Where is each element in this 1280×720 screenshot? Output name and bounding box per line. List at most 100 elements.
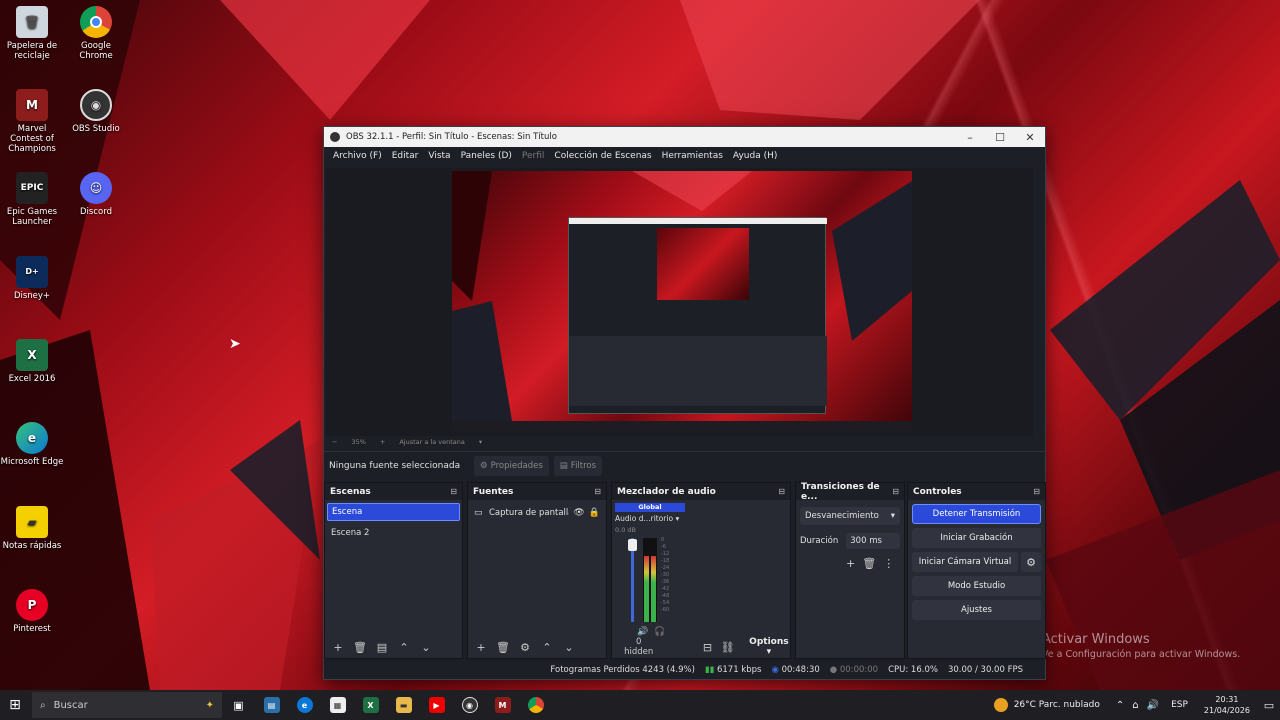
minimize-button[interactable]: – [955,131,985,144]
menu-perfil[interactable]: Perfil [517,151,550,161]
scene-item[interactable]: Escena 2 [327,524,460,542]
link-icon[interactable]: ⛓ [720,641,736,654]
clock[interactable]: 20:31 21/04/2026 [1204,694,1250,716]
desktop-icon-marvel[interactable]: M Marvel Contest of Champions [0,89,64,154]
zoom-in-button[interactable]: + [380,438,385,446]
taskbar-app[interactable]: ▬ [387,690,420,720]
chevron-down-icon[interactable]: ▾ [479,438,482,446]
chevron-down-icon[interactable]: ⌄ [417,641,435,654]
language-indicator[interactable]: ESP [1171,700,1188,710]
duration-row: Duración 300 ms [800,533,900,549]
taskbar-app[interactable]: X [354,690,387,720]
meter-tick: -36 [661,579,670,585]
marvel-icon: M [494,697,511,713]
hidden-count: 0 hidden [624,637,654,657]
channel-name[interactable]: Audio d...ritorio ▾ [615,514,691,523]
task-view-button[interactable]: ▣ [222,690,255,720]
windows-icon: ⊞ [9,697,21,713]
mouse-cursor-icon: ➤ [229,336,241,352]
more-icon[interactable]: ⋮ [883,557,901,570]
desktop-icon-obs[interactable]: ◉ OBS Studio [64,89,128,134]
volume-slider-handle[interactable] [628,539,637,551]
menu-paneles[interactable]: Paneles (D) [456,151,517,161]
popout-icon[interactable]: ⊟ [892,487,899,496]
search-box[interactable]: ⌕ Buscar ✦ [32,692,222,718]
eye-icon[interactable]: 👁 [573,508,584,518]
taskbar-app[interactable]: ▤ [255,690,288,720]
desktop-icon-sticky-notes[interactable]: ▰ Notas rápidas [0,506,64,551]
virtual-cam-row: Iniciar Cámara Virtual ⚙ [912,552,1041,572]
desktop-icon-chrome[interactable]: Google Chrome [64,6,128,61]
desktop-icon-disney[interactable]: D+ Disney+ [0,256,64,301]
menu-herramientas[interactable]: Herramientas [657,151,728,161]
maximize-button[interactable]: ☐ [985,131,1015,144]
network-icon[interactable]: ⌂ [1132,700,1138,711]
layout-icon[interactable]: ⊟ [699,641,715,654]
menu-vista[interactable]: Vista [423,151,455,161]
start-button[interactable]: ⊞ [0,690,30,720]
menu-ayuda[interactable]: Ayuda (H) [728,151,782,161]
lock-icon[interactable]: 🔒 [589,508,600,518]
desktop-icon-epic[interactable]: EPIC Epic Games Launcher [0,172,64,227]
menu-coleccion[interactable]: Colección de Escenas [549,151,656,161]
trash-icon[interactable]: 🗑 [862,557,883,570]
mixer-footer: 0 hidden ⊟ ⛓ Options ▾ [612,636,790,658]
properties-button[interactable]: ⚙ Propiedades [474,455,549,476]
preview-canvas[interactable] [326,168,1033,436]
popout-icon[interactable]: ⊟ [594,487,601,496]
sources-footer: + 🗑 ⚙ ⌃ ⌄ [468,636,606,658]
popout-icon[interactable]: ⊟ [778,487,785,496]
filter-icon[interactable]: ▤ [373,641,391,654]
fit-to-window-button[interactable]: Ajustar a la ventana [399,438,465,446]
studio-mode-button[interactable]: Modo Estudio [912,576,1041,596]
obs-titlebar[interactable]: OBS 32.1.1 - Perfil: Sin Título - Escena… [324,127,1045,147]
settings-button[interactable]: Ajustes [912,600,1041,620]
meter-tick: -48 [661,593,670,599]
taskbar-app[interactable]: ▶ [420,690,453,720]
chevron-down-icon[interactable]: ⌄ [560,641,578,654]
desktop-icon-excel[interactable]: X Excel 2016 [0,339,64,384]
desktop-icon-discord[interactable]: ☺ Discord [64,172,128,217]
menu-archivo[interactable]: Archivo (F) [328,151,387,161]
transition-select[interactable]: Desvanecimiento ▾ [800,507,900,525]
trash-icon[interactable]: 🗑 [351,641,369,654]
chevron-up-icon[interactable]: ⌃ [538,641,556,654]
weather-widget[interactable]: 26°C Parc. nublado [993,698,1100,712]
zoom-out-button[interactable]: − [332,438,337,446]
desktop-icon-pinterest[interactable]: P Pinterest [0,589,64,634]
menu-editar[interactable]: Editar [387,151,424,161]
taskbar-app[interactable]: ▦ [321,690,354,720]
close-button[interactable]: ✕ [1015,131,1045,144]
taskbar-app[interactable]: e [288,690,321,720]
gear-icon[interactable]: ⚙ [516,641,534,654]
trash-icon[interactable]: 🗑 [494,641,512,654]
add-icon[interactable]: + [472,641,490,654]
scene-item[interactable]: Escena [327,503,460,521]
popout-icon[interactable]: ⊟ [1033,487,1040,496]
duration-input[interactable]: 300 ms [846,533,900,549]
add-icon[interactable]: + [329,641,347,654]
taskbar-app[interactable]: ◉ [453,690,486,720]
chevron-up-icon[interactable]: ⌃ [395,641,413,654]
stop-stream-button[interactable]: Detener Transmisión [912,504,1041,524]
popout-icon[interactable]: ⊟ [450,487,457,496]
gear-icon[interactable]: ⚙ [1021,552,1041,572]
taskbar-app[interactable]: M [486,690,519,720]
add-icon[interactable]: + [846,557,862,570]
desktop-icon-recycle-bin[interactable]: 🗑 Papelera de reciclaje [0,6,64,61]
meter-tick: -60 [661,607,670,613]
start-recording-button[interactable]: Iniciar Grabación [912,528,1041,548]
activation-watermark: Activar Windows Ve a Configuración para … [1042,632,1241,660]
options-button[interactable]: Options ▾ [748,637,790,657]
source-item[interactable]: ▭ Captura de pantalla 👁 🔒 [470,504,604,522]
chevron-down-icon: ▾ [890,511,895,521]
chevron-up-icon[interactable]: ⌃ [1116,700,1124,711]
start-virtual-cam-button[interactable]: Iniciar Cámara Virtual [912,552,1018,572]
volume-icon[interactable]: 🔊 [1147,700,1159,711]
preview-scrollbar[interactable] [1033,168,1045,436]
filters-button[interactable]: ▤ Filtros [553,455,603,476]
notification-icon[interactable]: ▭ [1258,699,1280,712]
sparkle-icon: ✦ [205,699,214,711]
taskbar-app[interactable] [519,690,552,720]
desktop-icon-edge[interactable]: e Microsoft Edge [0,422,64,467]
